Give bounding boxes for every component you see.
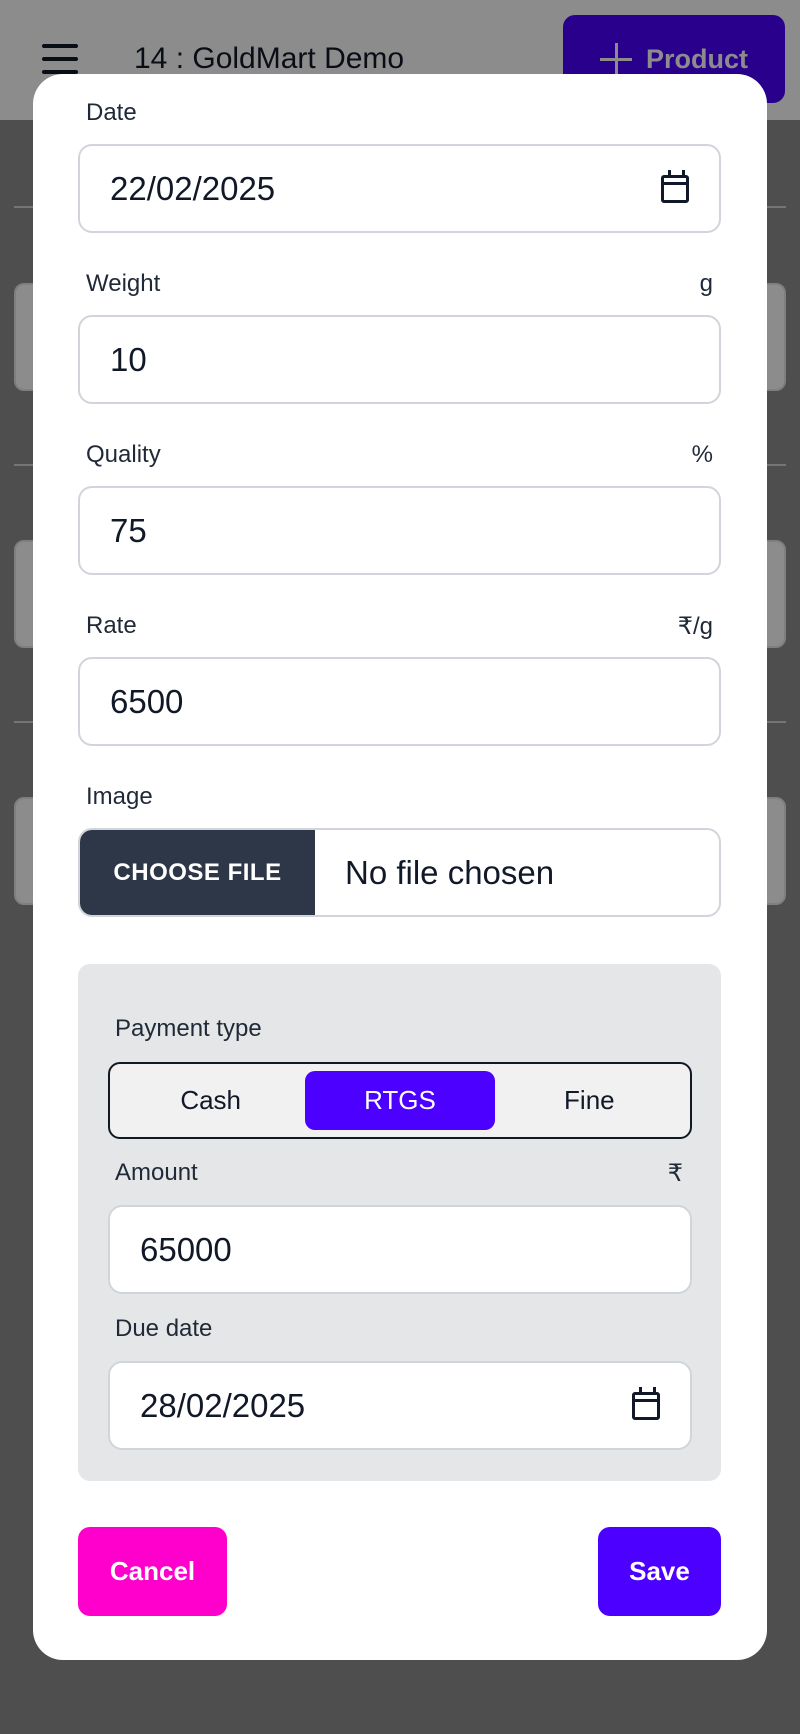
payment-option-rtgs[interactable]: RTGS (305, 1071, 495, 1130)
quality-field: Quality % 75 (78, 440, 721, 575)
calendar-icon[interactable] (661, 169, 689, 203)
quality-value: 75 (110, 511, 147, 549)
due-date-input[interactable]: 28/02/2025 (108, 1361, 692, 1450)
cancel-button[interactable]: Cancel (78, 1527, 227, 1616)
date-field: Date 22/02/2025 (78, 98, 721, 233)
page: 14 : GoldMart Demo Product Date 22/02/20… (0, 0, 800, 1734)
due-date-value: 28/02/2025 (140, 1386, 306, 1424)
date-input[interactable]: 22/02/2025 (78, 144, 721, 233)
payment-type-selector: Cash RTGS Fine (108, 1062, 692, 1139)
image-field: Image CHOOSE FILE No file chosen (78, 782, 721, 917)
date-label: Date (86, 99, 137, 126)
save-button[interactable]: Save (598, 1527, 721, 1616)
choose-file-button[interactable]: CHOOSE FILE (80, 830, 315, 915)
image-file-input[interactable]: CHOOSE FILE No file chosen (78, 828, 721, 917)
rate-value: 6500 (110, 682, 184, 720)
date-value: 22/02/2025 (110, 169, 276, 207)
weight-input[interactable]: 10 (78, 315, 721, 404)
due-date-label: Due date (115, 1315, 213, 1342)
add-entry-modal: Date 22/02/2025 Weight g 10 Quality % 75 (33, 74, 767, 1660)
amount-unit: ₹ (667, 1160, 683, 1187)
quality-label: Quality (86, 441, 161, 468)
payment-option-fine[interactable]: Fine (495, 1071, 684, 1130)
amount-label: Amount (115, 1159, 198, 1186)
rate-unit: ₹/g (677, 612, 713, 640)
rate-label: Rate (86, 612, 137, 639)
file-status-text: No file chosen (345, 853, 555, 891)
weight-unit: g (699, 270, 713, 297)
payment-panel: Payment type Cash RTGS Fine Amount ₹ 650… (78, 964, 721, 1481)
amount-input[interactable]: 65000 (108, 1205, 692, 1294)
rate-input[interactable]: 6500 (78, 657, 721, 746)
quality-unit: % (691, 441, 713, 468)
payment-option-cash[interactable]: Cash (116, 1071, 305, 1130)
rate-field: Rate ₹/g 6500 (78, 611, 721, 746)
payment-type-label: Payment type (115, 1015, 262, 1042)
calendar-icon[interactable] (632, 1386, 660, 1420)
amount-value: 65000 (140, 1230, 232, 1268)
weight-label: Weight (86, 270, 161, 297)
weight-field: Weight g 10 (78, 269, 721, 404)
quality-input[interactable]: 75 (78, 486, 721, 575)
image-label: Image (86, 783, 153, 810)
weight-value: 10 (110, 340, 147, 378)
